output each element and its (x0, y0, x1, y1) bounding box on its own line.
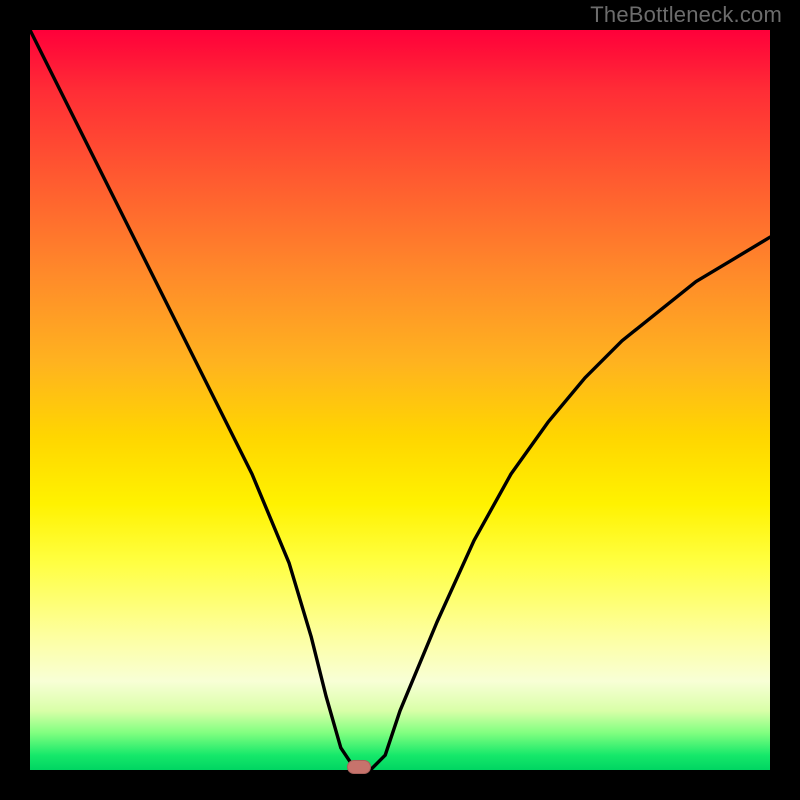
plot-area (30, 30, 770, 770)
chart-frame: TheBottleneck.com (0, 0, 800, 800)
bottleneck-curve (30, 30, 770, 770)
optimal-point-marker (347, 760, 371, 774)
watermark-text: TheBottleneck.com (590, 2, 782, 28)
